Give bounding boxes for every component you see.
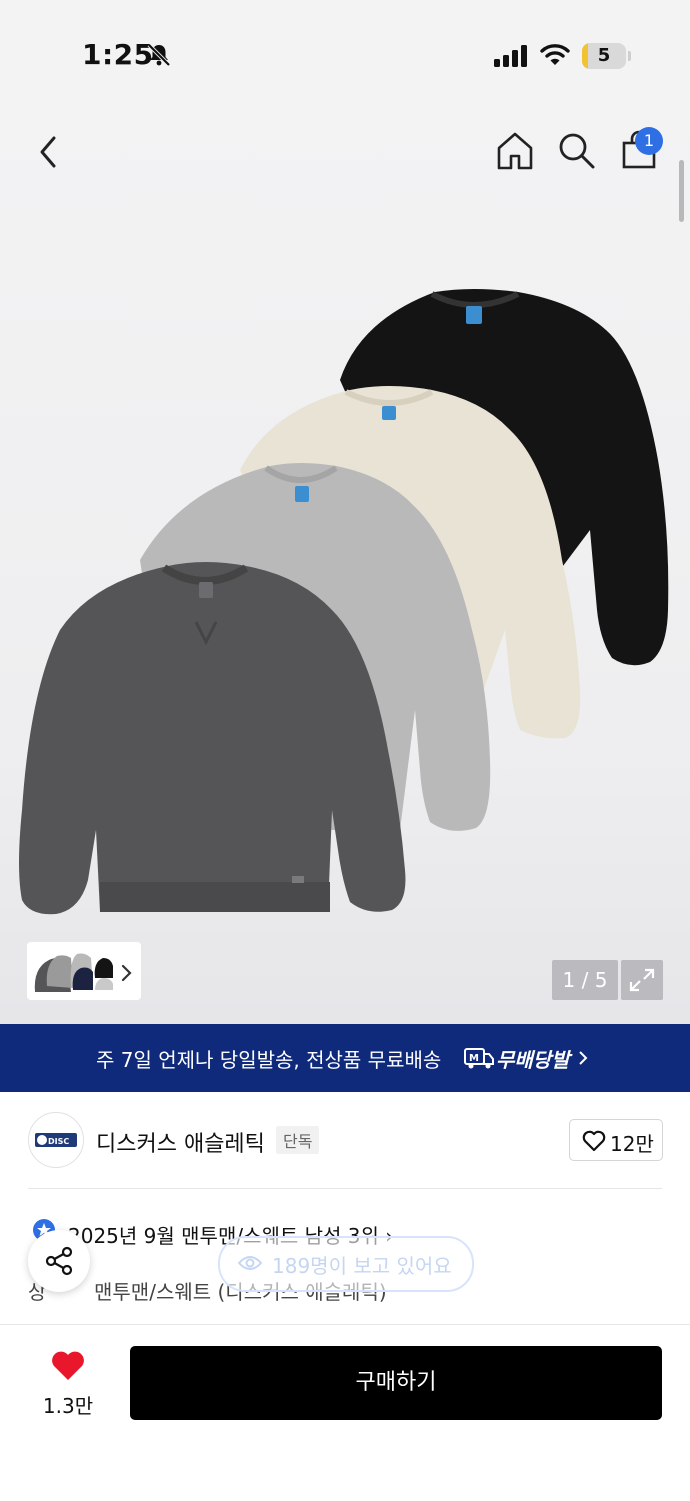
image-counter: 1 / 5 [552, 960, 618, 1000]
cart-count-badge: 1 [635, 127, 663, 155]
exclusive-badge: 단독 [276, 1126, 320, 1154]
brand-like-button[interactable]: 12만 [569, 1119, 663, 1161]
delivery-truck-icon: M [464, 1046, 494, 1074]
product-gallery[interactable]: 1 1 / 5 [0, 100, 690, 1024]
signal-icon [494, 44, 528, 72]
back-button[interactable] [34, 134, 64, 170]
scrollbar[interactable] [679, 160, 684, 222]
divider [28, 1188, 662, 1189]
buy-button[interactable]: 구매하기 [130, 1346, 662, 1420]
home-icon[interactable] [496, 131, 534, 175]
thumbnail-image [34, 953, 113, 992]
thumbnail-chevron-right-icon[interactable] [120, 964, 134, 986]
viewer-count-text: 189명이 보고 있어요 [272, 1254, 452, 1278]
brand-logo[interactable]: DISC [28, 1112, 84, 1168]
svg-text:DISC: DISC [48, 1137, 69, 1146]
banner-text: 주 7일 언제나 당일발송, 전상품 무료배송 [96, 1048, 442, 1072]
expand-icon[interactable] [621, 960, 663, 1000]
eye-icon [237, 1254, 263, 1276]
share-button[interactable] [28, 1230, 90, 1292]
svg-text:M: M [469, 1053, 479, 1064]
banner-brand: 무배당발 [496, 1048, 570, 1072]
viewer-count-pill: 189명이 보고 있어요 [218, 1236, 474, 1292]
bell-slash-icon [146, 42, 172, 72]
battery-percent: 5 [597, 45, 611, 66]
heart-filled-icon[interactable] [50, 1350, 86, 1386]
share-icon [45, 1246, 73, 1276]
brand-like-count: 12만 [610, 1132, 654, 1156]
heart-outline-icon [582, 1130, 606, 1156]
status-bar: 1:25 5 [0, 0, 690, 100]
battery-indicator: 5 [582, 43, 626, 69]
search-icon[interactable] [558, 132, 596, 174]
battery-cap [628, 51, 631, 61]
free-shipping-banner[interactable]: 주 7일 언제나 당일발송, 전상품 무료배송 M 무배당발 [0, 1024, 690, 1092]
brand-name[interactable]: 디스커스 애슬레틱 [96, 1126, 265, 1158]
wifi-icon [540, 42, 570, 72]
wish-count: 1.3만 [42, 1394, 94, 1418]
banner-chevron-right-icon [578, 1050, 588, 1070]
clock: 1:25 [82, 38, 154, 71]
product-image-sweatshirts[interactable] [0, 270, 690, 930]
